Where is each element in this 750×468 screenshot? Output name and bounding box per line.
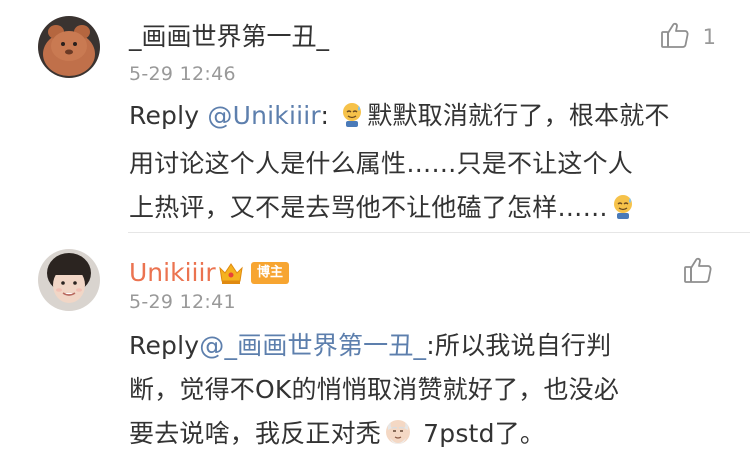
- comment-line: Reply @Unikiiir: 默默取消就行了，根本就不: [129, 94, 719, 142]
- comment-time: 5-29 12:41: [129, 291, 236, 313]
- comment-line: 要去说啥，我反正对秃 7pstd了。: [129, 412, 719, 460]
- username[interactable]: Unikiiir: [129, 258, 216, 288]
- comment-body: Reply @Unikiiir: 默默取消就行了，根本就不 用讨论这个人是什么属…: [129, 94, 719, 234]
- sweat-smile-emoji: [340, 98, 364, 142]
- mention-link[interactable]: @Unikiiir: [207, 101, 320, 130]
- thumbs-up-icon: [659, 19, 691, 55]
- comment-line: 上热评，又不是去骂他不让他磕了怎样……: [129, 186, 719, 234]
- old-man-emoji: [384, 416, 412, 460]
- mention-separator: :: [320, 101, 338, 130]
- comment-text: 要去说啥，我反正对秃: [129, 419, 382, 448]
- username[interactable]: _画画世界第一丑_: [129, 22, 329, 52]
- blogger-badge: 博主: [251, 262, 290, 284]
- comment-text: 7pstd了。: [415, 419, 546, 448]
- comment-text: :所以我说自行判: [426, 331, 612, 360]
- comment-text: 默默取消就行了，根本就不: [367, 101, 670, 130]
- comment-line: 用讨论这个人是什么属性……只是不让这个人: [129, 149, 634, 178]
- like-count: 1: [702, 25, 716, 49]
- comment-body: Reply@_画画世界第一丑_:所以我说自行判 断，觉得不OK的悄悄取消赞就好了…: [129, 324, 719, 460]
- sweat-smile-emoji: [611, 190, 635, 234]
- comment-item[interactable]: Unikiiir 博主 5-29 12:41 Reply@_画画世界第一丑_:所…: [0, 233, 750, 468]
- thumbs-up-icon: [682, 254, 714, 290]
- user-badges: 博主: [217, 259, 290, 287]
- avatar[interactable]: [38, 249, 100, 311]
- mention-link[interactable]: @_画画世界第一丑_: [199, 331, 426, 360]
- comment-text: 上热评，又不是去骂他不让他磕了怎样……: [129, 193, 608, 222]
- crown-vip-icon: [217, 259, 245, 287]
- comment-line: 断，觉得不OK的悄悄取消赞就好了，也没必: [129, 375, 620, 404]
- reply-prefix: Reply: [129, 101, 208, 130]
- comment-time: 5-29 12:46: [129, 63, 236, 85]
- avatar[interactable]: [38, 16, 100, 78]
- comment-item[interactable]: _画画世界第一丑_ 5-29 12:46 1 Reply @Unikiiir: …: [0, 0, 750, 232]
- reply-prefix: Reply: [129, 331, 200, 360]
- like-button[interactable]: 1: [659, 20, 716, 54]
- comment-line: Reply@_画画世界第一丑_:所以我说自行判: [129, 324, 719, 368]
- like-button[interactable]: [682, 255, 714, 289]
